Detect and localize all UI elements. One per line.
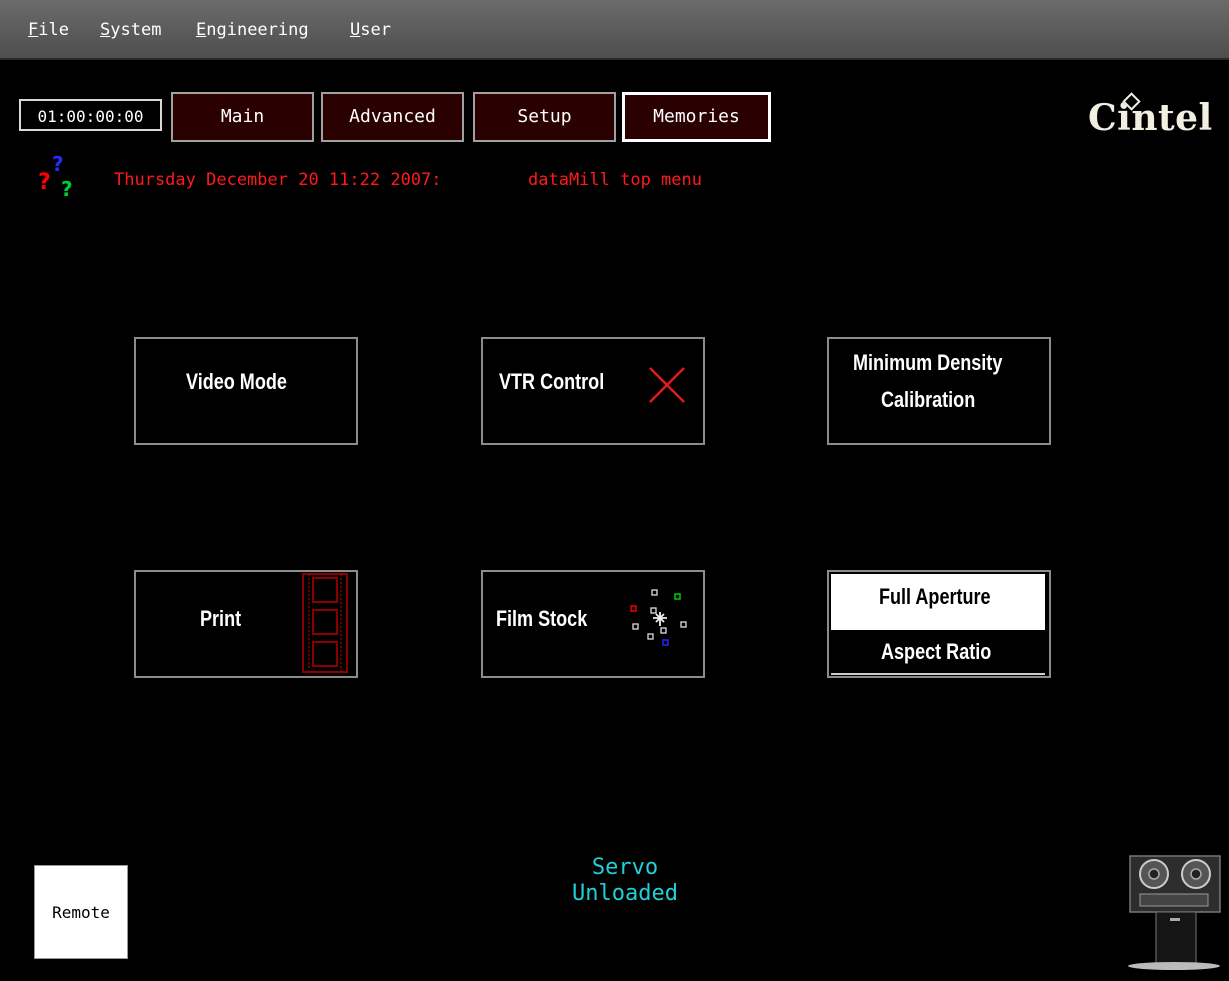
film-stock-button[interactable]: Film Stock — [481, 570, 705, 678]
min-density-label-line1: Minimum Density — [853, 350, 1003, 375]
svg-text:?: ? — [38, 170, 51, 195]
vtr-control-button[interactable]: VTR Control — [481, 337, 705, 445]
tab-advanced[interactable]: Advanced — [321, 92, 464, 142]
menu-bar: File System Engineering User — [0, 0, 1229, 60]
telecine-machine-icon[interactable] — [1126, 852, 1222, 972]
film-stock-label: Film Stock — [496, 606, 588, 631]
panel-bottom-line — [831, 673, 1045, 675]
timecode-field[interactable]: 01:00:00:00 — [19, 99, 162, 131]
full-aperture-label: Full Aperture — [879, 584, 991, 609]
print-button[interactable]: Print — [134, 570, 358, 678]
vtr-control-label: VTR Control — [499, 369, 605, 394]
tab-memories[interactable]: Memories — [622, 92, 771, 142]
menu-user[interactable]: User — [350, 20, 391, 40]
question-marks-icon[interactable]: ? ? ? — [36, 155, 84, 200]
tab-main[interactable]: Main — [171, 92, 314, 142]
menu-system[interactable]: System — [100, 20, 161, 40]
video-mode-label: Video Mode — [186, 369, 287, 394]
svg-text:?: ? — [61, 177, 73, 200]
print-label: Print — [200, 606, 242, 631]
min-density-label-line2: Calibration — [881, 387, 976, 412]
menu-file[interactable]: File — [28, 20, 69, 40]
minimum-density-calibration-button[interactable]: Minimum Density Calibration — [827, 337, 1051, 445]
app-window: File System Engineering User 01:00:00:00… — [0, 0, 1229, 981]
film-strip-icon — [302, 573, 348, 673]
scatter-dots-icon — [630, 589, 687, 646]
aspect-ratio-label: Aspect Ratio — [881, 639, 992, 664]
aspect-ratio-button[interactable]: Full Aperture Aspect Ratio — [827, 570, 1051, 678]
menu-engineering[interactable]: Engineering — [196, 20, 309, 40]
svg-text:?: ? — [52, 155, 64, 176]
remote-button[interactable]: Remote — [34, 865, 128, 959]
tab-setup[interactable]: Setup — [473, 92, 616, 142]
cintel-logo: Cintel — [1088, 97, 1213, 139]
red-x-icon — [649, 367, 685, 403]
servo-line1: Servo — [591, 855, 659, 880]
status-menu-name: dataMill top menu — [528, 170, 702, 190]
servo-line2: Unloaded — [572, 881, 678, 906]
servo-status: Servo Unloaded — [520, 855, 730, 907]
status-date: Thursday December 20 11:22 2007: — [114, 170, 442, 190]
video-mode-button[interactable]: Video Mode — [134, 337, 358, 445]
